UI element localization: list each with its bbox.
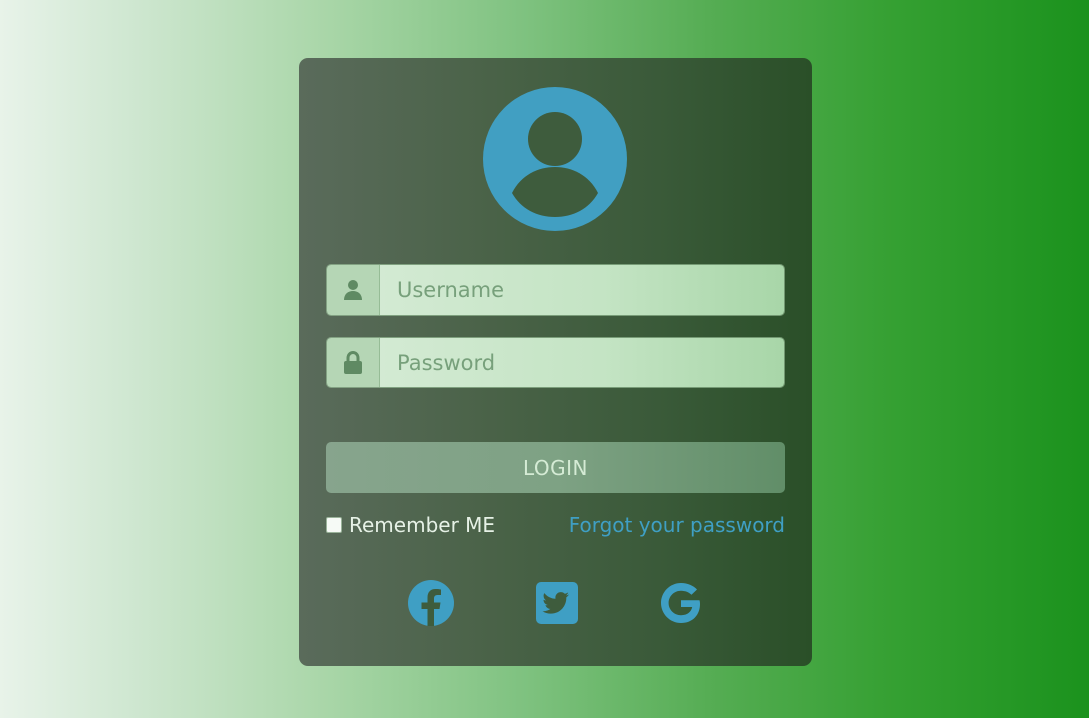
forgot-password-link[interactable]: Forgot your password [569,513,785,537]
password-group [326,337,785,388]
remember-me-label: Remember ME [349,513,496,537]
user-avatar-icon [483,87,627,231]
password-input[interactable] [380,338,784,387]
twitter-icon[interactable] [532,579,582,627]
google-icon[interactable] [656,579,706,627]
remember-me-checkbox[interactable] [326,517,342,533]
facebook-icon[interactable] [406,579,456,627]
login-button[interactable]: LOGIN [326,442,785,493]
username-input[interactable] [380,265,784,315]
user-icon [327,265,380,315]
login-card: LOGIN Remember ME Forgot your password [299,58,812,666]
lock-icon [327,338,380,387]
username-group [326,264,785,316]
remember-me[interactable]: Remember ME [326,513,495,537]
